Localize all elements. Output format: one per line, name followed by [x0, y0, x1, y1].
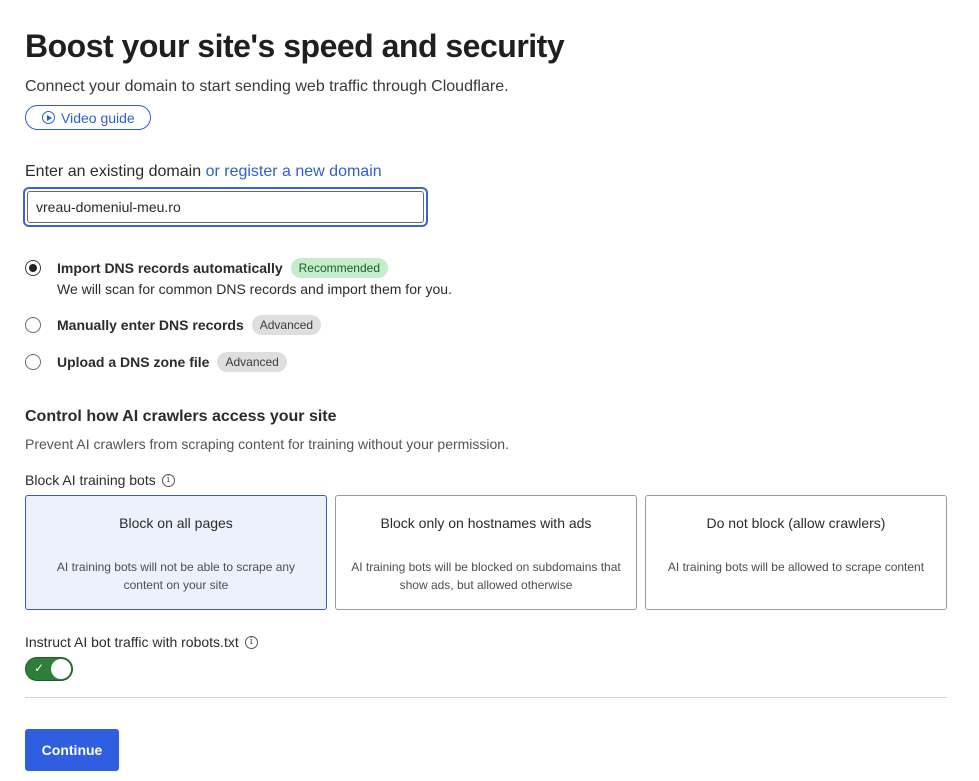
toggle-knob [51, 659, 71, 679]
dns-option-upload[interactable]: Upload a DNS zone file Advanced [25, 352, 287, 372]
domain-input-focus-ring [23, 187, 428, 227]
card-block-all-pages[interactable]: Block on all pages AI training bots will… [25, 495, 327, 610]
domain-field-label: Enter an existing domain or register a n… [25, 163, 382, 181]
ai-section-title: Control how AI crawlers access your site [25, 408, 337, 425]
dns-option-label: Manually enter DNS records [57, 317, 244, 333]
card-title: Block on all pages [119, 515, 233, 531]
block-bots-label-text: Block AI training bots [25, 472, 156, 488]
radio-import-dns[interactable] [25, 260, 41, 276]
ai-block-options: Block on all pages AI training bots will… [25, 495, 947, 610]
card-description: AI training bots will be allowed to scra… [667, 560, 925, 574]
dns-option-description: We will scan for common DNS records and … [57, 281, 452, 297]
domain-input[interactable] [27, 191, 424, 223]
recommended-badge: Recommended [290, 258, 388, 278]
dns-option-import[interactable]: Import DNS records automatically Recomme… [25, 258, 388, 278]
domain-label-text: Enter an existing domain [25, 163, 202, 180]
robots-label: Instruct AI bot traffic with robots.txt … [25, 634, 258, 650]
radio-upload-zone[interactable] [25, 354, 41, 370]
dns-option-label: Upload a DNS zone file [57, 354, 210, 370]
divider [25, 697, 947, 698]
card-block-ads-hostnames[interactable]: Block only on hostnames with ads AI trai… [335, 495, 637, 610]
robots-label-text: Instruct AI bot traffic with robots.txt [25, 634, 239, 650]
dns-option-manual[interactable]: Manually enter DNS records Advanced [25, 315, 322, 335]
continue-button[interactable]: Continue [25, 729, 119, 771]
page-title: Boost your site's speed and security [25, 28, 565, 64]
card-title: Block only on hostnames with ads [380, 515, 592, 531]
card-do-not-block[interactable]: Do not block (allow crawlers) AI trainin… [645, 495, 947, 610]
radio-manual-dns[interactable] [25, 317, 41, 333]
advanced-badge: Advanced [217, 352, 287, 372]
register-domain-link[interactable]: or register a new domain [206, 163, 382, 180]
video-guide-label: Video guide [61, 109, 135, 126]
card-description: AI training bots will not be able to scr… [56, 560, 296, 592]
card-description: AI training bots will be blocked on subd… [351, 560, 621, 592]
video-guide-button[interactable]: Video guide [25, 105, 151, 130]
dns-option-label: Import DNS records automatically [57, 260, 283, 276]
ai-section-description: Prevent AI crawlers from scraping conten… [25, 436, 509, 452]
play-icon [42, 111, 55, 124]
block-bots-label: Block AI training bots i [25, 472, 175, 488]
page-subtitle: Connect your domain to start sending web… [25, 78, 509, 95]
check-icon: ✓ [34, 661, 45, 675]
robots-toggle[interactable]: ✓ [25, 657, 73, 681]
info-icon[interactable]: i [161, 473, 175, 487]
advanced-badge: Advanced [251, 315, 322, 335]
card-title: Do not block (allow crawlers) [706, 515, 886, 531]
info-icon[interactable]: i [244, 635, 258, 649]
